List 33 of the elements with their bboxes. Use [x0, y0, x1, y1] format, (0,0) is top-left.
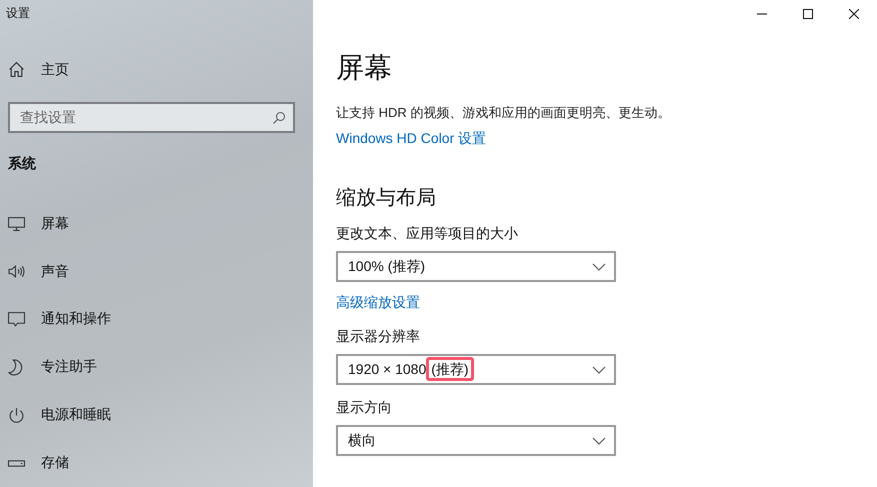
- description-text: 让支持 HDR 的视频、游戏和应用的画面更明亮、更生动。: [336, 104, 670, 122]
- setting-label: 更改文本、应用等项目的大小: [336, 225, 518, 243]
- hd-color-link[interactable]: Windows HD Color 设置: [336, 130, 486, 148]
- home-icon: [8, 61, 25, 78]
- dropdown[interactable]: 横向: [336, 425, 616, 456]
- chevron-icon: [592, 262, 606, 270]
- maximize-icon: [803, 9, 813, 19]
- nav-item[interactable]: 存储: [0, 439, 313, 487]
- search-field[interactable]: 查找设置: [8, 102, 295, 133]
- chevron-icon: [592, 436, 606, 444]
- dropdown[interactable]: 1920 × 1080 (推荐): [336, 354, 616, 385]
- chevron-icon: [592, 366, 606, 374]
- section-heading: 系统: [7, 154, 37, 173]
- window-title: 设置: [5, 5, 31, 22]
- search-icon: [272, 110, 286, 125]
- nav-item[interactable]: 电源和睡眠: [0, 391, 313, 440]
- home-nav-item[interactable]: 主页: [0, 40, 313, 100]
- nav-item[interactable]: 专注助手: [0, 343, 313, 392]
- speaker-icon: [8, 263, 25, 280]
- page-title: 屏幕: [336, 51, 392, 85]
- monitor-icon: [8, 215, 25, 232]
- nav-item[interactable]: 屏幕: [0, 200, 313, 248]
- nav-item[interactable]: 声音: [0, 248, 313, 296]
- scaling-link[interactable]: 高级缩放设置: [336, 294, 420, 312]
- close-icon: [849, 9, 859, 19]
- setting-label: 显示器分辨率: [336, 328, 420, 346]
- setting-label: 显示方向: [336, 399, 392, 417]
- nav-item[interactable]: 通知和操作: [0, 296, 313, 344]
- power-icon: [8, 406, 25, 424]
- moon-icon: [8, 358, 25, 376]
- section-heading: 缩放与布局: [336, 186, 436, 211]
- message-icon: [8, 310, 25, 328]
- dropdown[interactable]: 100% (推荐): [336, 251, 616, 282]
